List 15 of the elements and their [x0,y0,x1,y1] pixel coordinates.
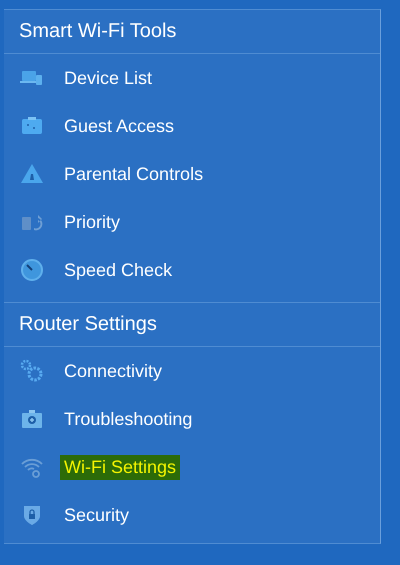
gears-icon [20,359,44,383]
menu-item[interactable]: Priority [60,210,124,234]
speedometer-icon [20,258,44,282]
menu-item[interactable]: Wi-Fi Settings [60,454,180,480]
warning-sign-icon [20,162,44,186]
section-header: Smart Wi-Fi Tools [4,10,380,54]
first-aid-kit-icon [20,407,44,431]
menu-item[interactable]: Parental Controls [60,162,208,186]
menu-item[interactable]: Device List [60,66,156,90]
section-header: Router Settings [4,302,380,347]
menu-item[interactable]: Speed Check [60,258,176,282]
menu-item[interactable]: Troubleshooting [60,406,196,432]
menu-item[interactable]: Connectivity [60,358,166,384]
menu-item[interactable]: Security [60,502,134,528]
menu-item[interactable]: Guest Access [60,114,178,138]
